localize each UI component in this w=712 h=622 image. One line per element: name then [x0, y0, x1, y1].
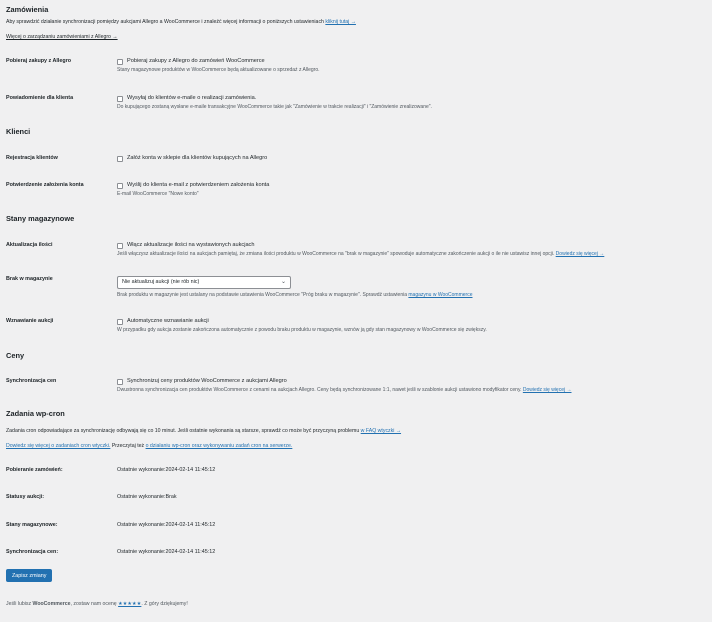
notify-field: Wysyłaj do klientów e-maile o realizacji…: [117, 95, 432, 110]
stock-update-label: Aktualizacja ilości: [6, 242, 53, 248]
cron-more-link[interactable]: Dowiedz się więcej o zadaniach cron wtyc…: [6, 443, 110, 449]
price-sync-field: Synchronizuj ceny produktów WooCommerce …: [117, 378, 572, 393]
confirm-account-help: E-mail WooCommerce "Nowe konto": [117, 190, 199, 197]
stock-update-more-link[interactable]: Dowiedz się więcej →: [556, 251, 605, 257]
cron-row-label: Pobieranie zamówień:: [6, 467, 63, 473]
out-of-stock-select-value: Nie aktualizuj aukcji (nie rób nic): [122, 278, 200, 285]
stock-update-help: Jeśli włączysz aktualizacje ilości na au…: [117, 250, 605, 257]
out-of-stock-field: Nie aktualizuj aukcji (nie rób nic) ⌄ Br…: [117, 276, 473, 299]
price-sync-label: Synchronizacja cen: [6, 378, 57, 384]
stock-update-checkbox[interactable]: [117, 242, 123, 249]
chevron-down-icon: ⌄: [280, 279, 286, 286]
price-sync-checkbox[interactable]: [117, 378, 123, 385]
notify-help: Do kupującego zostaną wysłane e-maile tr…: [117, 103, 432, 110]
confirm-account-label: Potwierdzenie założenia konta: [6, 182, 84, 188]
orders-description: Aby sprawdzić działanie synchronizacji p…: [6, 19, 356, 25]
register-checkbox-label[interactable]: Załóż konta w sklepie dla klientów kupuj…: [127, 155, 267, 163]
footer-brand: WooCommerce: [32, 601, 71, 607]
price-sync-more-link[interactable]: Dowiedz się więcej →: [523, 387, 572, 393]
section-title-stock: Stany magazynowe: [6, 214, 75, 223]
orders-more-link[interactable]: Więcej o zarządzaniu zamówieniami z Alle…: [6, 34, 118, 41]
resume-label: Wznawianie aukcji: [6, 318, 54, 324]
fetch-orders-field: Pobieraj zakupy z Allegro do zamówień Wo…: [117, 58, 320, 73]
cron-faq-link[interactable]: w FAQ wtyczki →: [361, 428, 401, 434]
price-sync-checkbox-label[interactable]: Synchronizuj ceny produktów WooCommerce …: [127, 378, 287, 386]
confirm-account-field: Wyślij do klienta e-mail z potwierdzenie…: [117, 182, 269, 197]
cron-row-label: Synchronizacja cen:: [6, 549, 59, 555]
rating-stars-link[interactable]: ★★★★★: [118, 601, 141, 607]
register-checkbox[interactable]: [117, 155, 123, 162]
fetch-orders-checkbox[interactable]: [117, 58, 123, 65]
fetch-orders-label: Pobieraj zakupy z Allegro: [6, 58, 72, 64]
out-of-stock-label: Brak w magazynie: [6, 276, 53, 282]
resume-checkbox-label[interactable]: Automatyczne wznawianie aukcji: [127, 318, 209, 326]
stock-settings-link[interactable]: magazynu w WooCommerce: [408, 292, 472, 298]
fetch-orders-checkbox-label[interactable]: Pobieraj zakupy z Allegro do zamówień Wo…: [127, 58, 265, 66]
fetch-orders-help: Stany magazynowe produktów w WooCommerce…: [117, 66, 320, 73]
cron-row-value: Ostatnie wykonanie:2024-02-14 11:45:12: [117, 549, 216, 555]
section-title-clients: Klienci: [6, 127, 31, 136]
price-sync-help: Dwustronna synchronizacja cen produktów …: [117, 386, 572, 393]
save-button[interactable]: Zapisz zmiany: [6, 569, 53, 582]
orders-help-link[interactable]: kliknij tutaj →: [325, 19, 356, 25]
stock-update-field: Włącz aktualizacje ilości na wystawionyc…: [117, 242, 604, 257]
cron-row-value: Ostatnie wykonanie:2024-02-14 11:45:12: [117, 522, 216, 528]
out-of-stock-select[interactable]: Nie aktualizuj aukcji (nie rób nic) ⌄: [117, 276, 291, 289]
footer-rating: Jeśli lubisz WooCommerce, zostaw nam oce…: [6, 601, 188, 607]
cron-row-label: Stany magazynowe:: [6, 522, 58, 528]
notify-checkbox[interactable]: [117, 95, 123, 102]
cron-description: Zadania cron odpowiadające za synchroniz…: [6, 428, 402, 434]
section-title-cron: Zadania wp-cron: [6, 409, 65, 418]
cron-row-value: Ostatnie wykonanie:2024-02-14 11:45:12: [117, 467, 216, 473]
notify-checkbox-label[interactable]: Wysyłaj do klientów e-maile o realizacji…: [127, 95, 256, 103]
cron-row-label: Statusy aukcji:: [6, 494, 45, 500]
section-title-orders: Zamówienia: [6, 5, 49, 14]
stock-update-checkbox-label[interactable]: Włącz aktualizacje ilości na wystawionyc…: [127, 242, 254, 250]
section-title-prices: Ceny: [6, 351, 25, 360]
resume-checkbox[interactable]: [117, 318, 123, 325]
cron-row-value: Ostatnie wykonanie:Brak: [117, 494, 177, 500]
out-of-stock-help: Brak produktu w magazynie jest ustalany …: [117, 292, 473, 298]
register-field: Załóż konta w sklepie dla klientów kupuj…: [117, 155, 267, 163]
resume-field: Automatyczne wznawianie aukcji W przypad…: [117, 318, 487, 333]
wp-cron-link[interactable]: o działaniu wp-cron oraz wykonywaniu zad…: [146, 443, 293, 449]
confirm-account-checkbox-label[interactable]: Wyślij do klienta e-mail z potwierdzenie…: [127, 182, 269, 190]
confirm-account-checkbox[interactable]: [117, 182, 123, 189]
register-label: Rejestracja klientów: [6, 155, 58, 161]
cron-links: Dowiedz się więcej o zadaniach cron wtyc…: [6, 443, 293, 449]
notify-label: Powiadomienie dla klienta: [6, 95, 74, 101]
resume-help: W przypadku gdy aukcja zostanie zakończo…: [117, 326, 487, 333]
